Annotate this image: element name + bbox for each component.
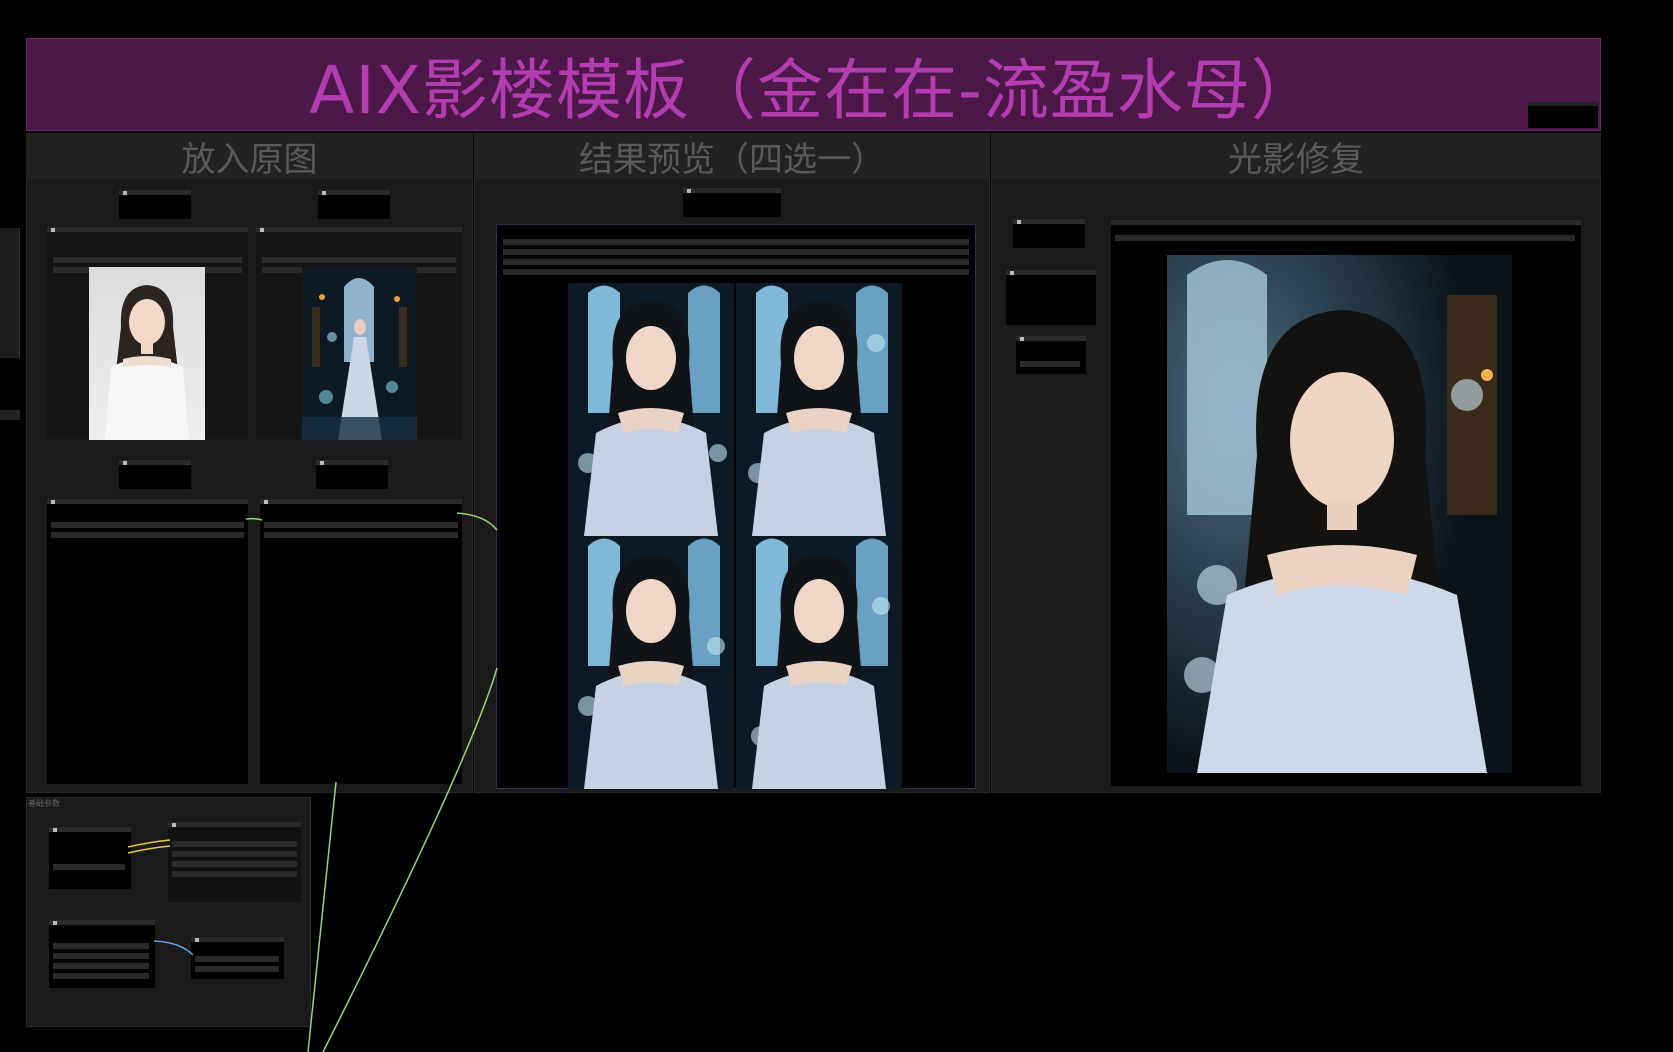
link-wire bbox=[307, 781, 337, 1052]
link-wire bbox=[322, 667, 498, 1052]
link-wire bbox=[456, 512, 498, 531]
link-wire bbox=[127, 845, 171, 854]
node-links bbox=[127, 512, 498, 1052]
link-wire bbox=[245, 517, 263, 521]
link-wire bbox=[153, 940, 194, 956]
